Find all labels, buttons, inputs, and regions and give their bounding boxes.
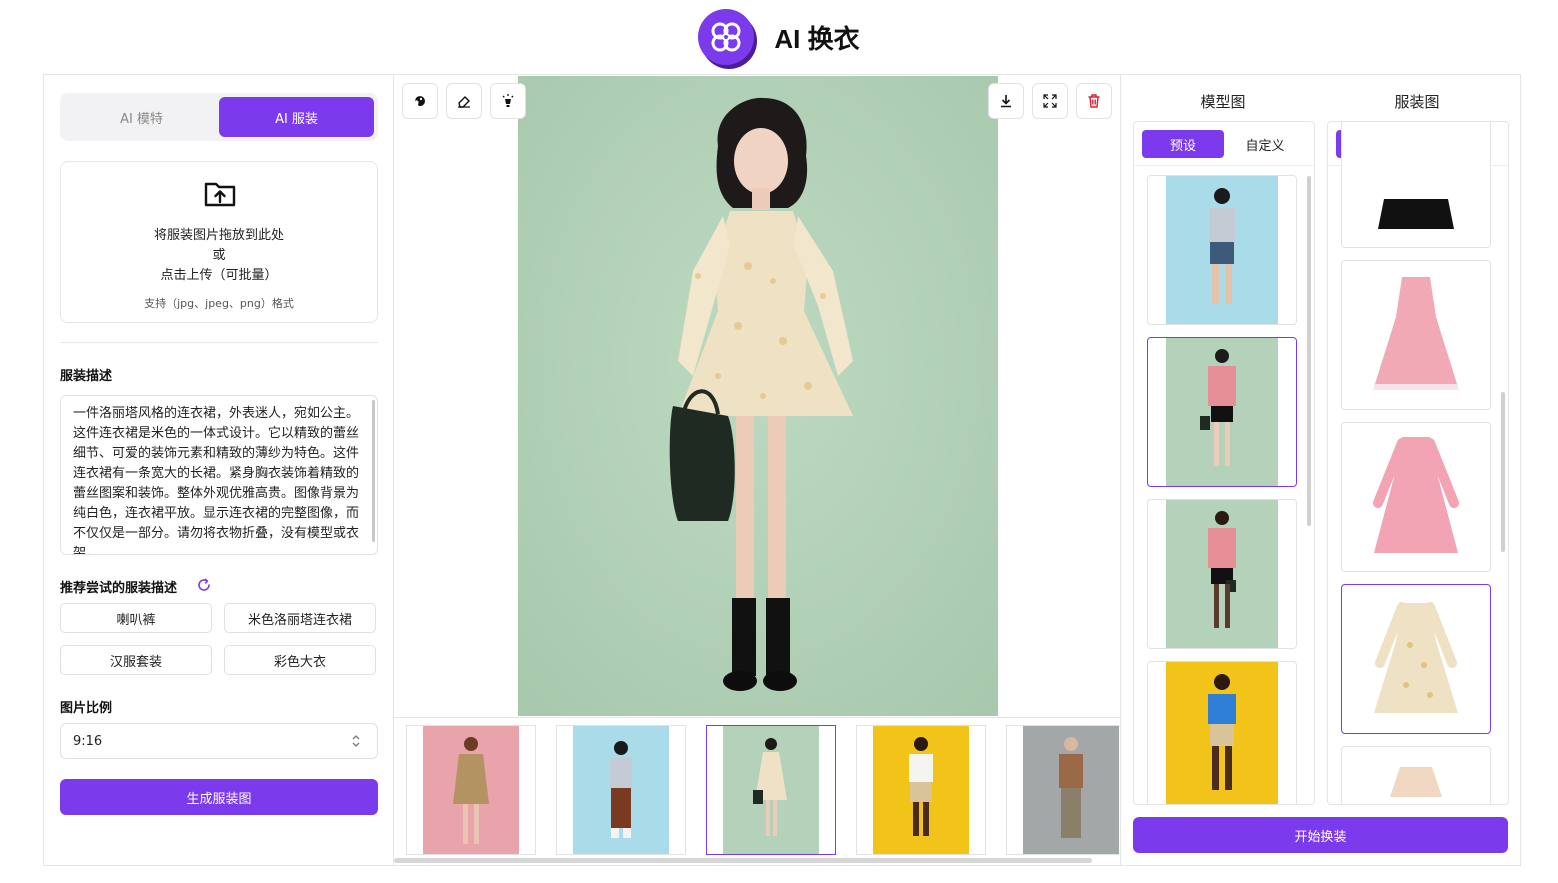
suggestion-chip[interactable]: 米色洛丽塔连衣裙 [224, 603, 376, 633]
fullscreen-button[interactable] [1032, 83, 1068, 119]
thumbnail-image [423, 726, 519, 854]
model-image [1166, 500, 1278, 648]
clothing-image [1360, 585, 1472, 733]
model-image [1166, 662, 1278, 804]
tab-model-preset[interactable]: 预设 [1142, 130, 1224, 158]
clothing-image [1360, 747, 1472, 804]
delete-icon [1088, 94, 1100, 108]
tab-ai-model[interactable]: AI 模特 [64, 97, 219, 137]
divider [60, 342, 378, 343]
thumbnail-image [723, 726, 819, 854]
description-textarea[interactable]: 一件洛丽塔风格的连衣裙，外表迷人，宛如公主。这件连衣裙是米色的一体式设计。它以精… [60, 395, 378, 555]
model-image [1166, 176, 1278, 324]
clothing-card-selected[interactable] [1341, 584, 1491, 734]
filmstrip-scrollbar[interactable] [394, 858, 1092, 863]
main-preview-image [518, 76, 998, 716]
model-image [1166, 338, 1278, 486]
clothing-image [1360, 423, 1472, 571]
left-panel: AI 模特 AI 服装 将服装图片拖放到此处 或 点击上传（可批量） 支持（jp… [44, 75, 394, 865]
result-thumbnail[interactable] [856, 725, 986, 855]
download-icon [1001, 95, 1011, 108]
thumbnail-image [1023, 726, 1119, 854]
select-caret-icon [352, 735, 360, 747]
result-thumbnail-selected[interactable] [706, 725, 836, 855]
clothing-card[interactable] [1341, 422, 1491, 572]
result-thumbnail[interactable] [556, 725, 686, 855]
ratio-label: 图片比例 [60, 701, 113, 716]
workspace: AI 模特 AI 服装 将服装图片拖放到此处 或 点击上传（可批量） 支持（jp… [43, 74, 1521, 866]
tab-ai-clothing[interactable]: AI 服装 [219, 97, 374, 137]
ratio-select[interactable]: 9:16 [60, 723, 378, 759]
mode-switch: AI 模特 AI 服装 [60, 93, 378, 141]
upload-line-2: 或 [212, 248, 226, 263]
thumbnail-image [573, 726, 669, 854]
model-gallery-title: 模型图 [1200, 93, 1246, 111]
suggestion-chip[interactable]: 彩色大衣 [224, 645, 376, 675]
fullscreen-icon [1043, 94, 1057, 108]
tab-model-custom[interactable]: 自定义 [1224, 130, 1306, 158]
upload-line-3: 点击上传（可批量） [160, 268, 278, 283]
clothing-gallery-title: 服装图 [1394, 93, 1440, 111]
clothing-gallery: 预设 自定义 [1327, 121, 1509, 805]
palette-button[interactable] [402, 83, 438, 119]
upload-line-1: 将服装图片拖放到此处 [153, 228, 284, 243]
suggestion-chip[interactable]: 喇叭裤 [60, 603, 212, 633]
bulb-icon [502, 94, 514, 107]
clothing-image [1360, 122, 1472, 247]
suggestion-chip[interactable]: 汉服套装 [60, 645, 212, 675]
model-card[interactable] [1147, 499, 1297, 649]
app-title: AI 换衣 [774, 23, 860, 54]
thumbnail-image [873, 726, 969, 854]
download-button[interactable] [988, 83, 1024, 119]
palette-icon [415, 96, 425, 106]
upload-format-hint: 支持（jpg、jpeg、png）格式 [144, 297, 294, 310]
model-card[interactable] [1147, 661, 1297, 804]
model-gallery-tabs: 预设 自定义 [1134, 122, 1314, 166]
description-scrollbar[interactable] [372, 400, 375, 542]
app-header: AI 换衣 [0, 0, 1558, 74]
clothing-gallery-scrollbar[interactable] [1501, 392, 1505, 552]
result-thumbnail[interactable] [1006, 725, 1120, 855]
clothing-image [1360, 261, 1472, 409]
refresh-icon[interactable] [196, 577, 212, 593]
clothing-card[interactable] [1341, 122, 1491, 248]
upload-folder-icon [204, 182, 236, 207]
model-gallery: 预设 自定义 [1133, 121, 1315, 805]
logo-icon [698, 9, 755, 65]
result-thumbnail[interactable] [406, 725, 536, 855]
gallery-panel: 模型图 服装图 预设 自定义 开始换装 [1121, 75, 1521, 865]
start-dressing-button[interactable]: 开始换装 [1133, 817, 1508, 853]
preview-panel [394, 75, 1121, 865]
bulb-button[interactable] [490, 83, 526, 119]
eraser-icon [458, 96, 470, 108]
model-card-selected[interactable] [1147, 337, 1297, 487]
upload-dropzone[interactable]: 将服装图片拖放到此处 或 点击上传（可批量） 支持（jpg、jpeg、png）格… [60, 161, 378, 323]
description-text: 一件洛丽塔风格的连衣裙，外表迷人，宛如公主。这件连衣裙是米色的一体式设计。它以精… [73, 406, 360, 555]
delete-button[interactable] [1076, 83, 1112, 119]
generate-button[interactable]: 生成服装图 [60, 779, 378, 815]
eraser-button[interactable] [446, 83, 482, 119]
result-filmstrip [394, 717, 1120, 865]
clothing-card[interactable] [1341, 260, 1491, 410]
suggest-label: 推荐尝试的服装描述 [60, 581, 178, 596]
clothing-card[interactable] [1341, 746, 1491, 804]
description-label: 服装描述 [60, 369, 113, 384]
model-gallery-scrollbar[interactable] [1307, 176, 1311, 526]
ratio-value: 9:16 [73, 733, 103, 749]
model-card[interactable] [1147, 175, 1297, 325]
